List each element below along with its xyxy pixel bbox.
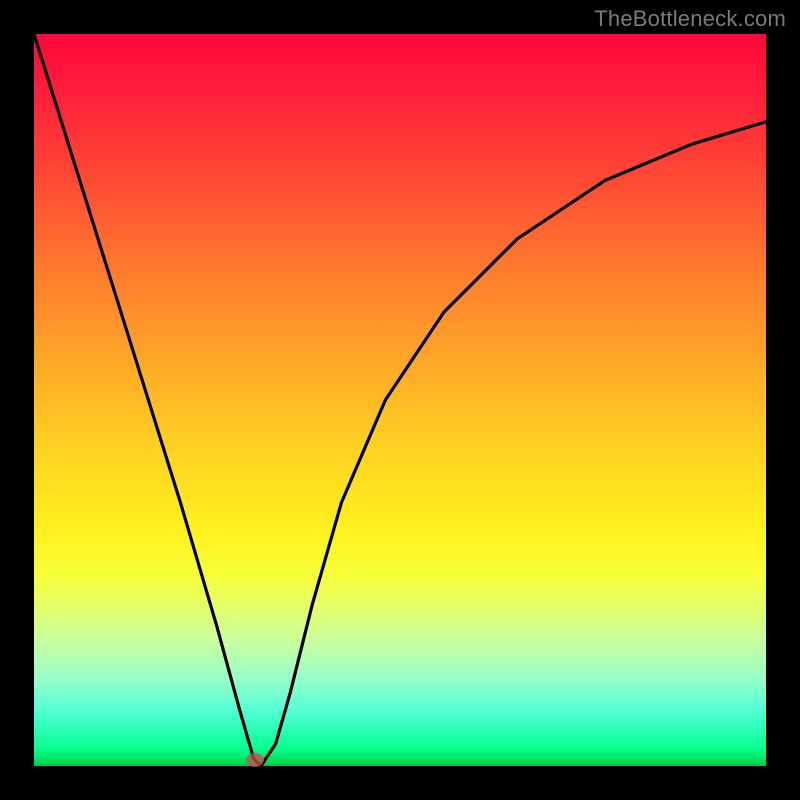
bottleneck-curve: [34, 34, 766, 766]
curve-path: [34, 34, 766, 766]
attribution-label: TheBottleneck.com: [594, 6, 786, 32]
optimum-marker: [246, 753, 264, 767]
chart-frame: TheBottleneck.com: [0, 0, 800, 800]
plot-area: [34, 34, 766, 766]
